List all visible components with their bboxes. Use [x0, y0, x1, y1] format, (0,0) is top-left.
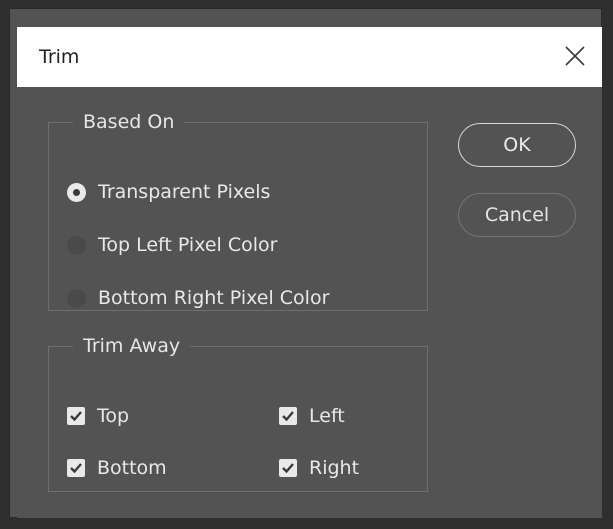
checkbox-label: Right — [309, 457, 360, 479]
radio-indicator — [67, 235, 86, 255]
checkbox-right[interactable]: Right — [279, 457, 359, 479]
checkbox-indicator — [67, 407, 85, 425]
checkbox-left[interactable]: Left — [279, 405, 345, 427]
close-icon — [565, 46, 585, 66]
checkbox-indicator — [279, 459, 297, 477]
radio-top-left-pixel-color[interactable]: Top Left Pixel Color — [67, 234, 277, 256]
checkmark-icon — [70, 463, 82, 474]
checkbox-label: Left — [309, 405, 345, 427]
cancel-button[interactable]: Cancel — [458, 193, 576, 237]
checkbox-indicator — [67, 459, 85, 477]
close-button[interactable] — [562, 43, 588, 69]
trim-away-legend: Trim Away — [83, 335, 181, 357]
checkbox-indicator — [279, 407, 297, 425]
ok-button[interactable]: OK — [458, 123, 576, 167]
checkbox-top[interactable]: Top — [67, 405, 129, 427]
radio-label: Transparent Pixels — [98, 181, 271, 203]
checkmark-icon — [282, 463, 294, 474]
radio-label: Bottom Right Pixel Color — [98, 287, 330, 309]
checkmark-icon — [70, 411, 82, 422]
radio-label: Top Left Pixel Color — [98, 234, 278, 256]
checkbox-label: Bottom — [97, 457, 167, 479]
checkbox-label: Top — [97, 405, 130, 427]
title-bar: Trim — [17, 27, 602, 87]
dialog-body: Based On Transparent Pixels Top Left Pix… — [17, 87, 602, 518]
checkmark-icon — [282, 411, 294, 422]
radio-indicator-selected — [67, 182, 86, 202]
trim-away-group: Trim Away Top Left Bottom Right — [48, 335, 428, 492]
checkbox-bottom[interactable]: Bottom — [67, 457, 167, 479]
radio-bottom-right-pixel-color[interactable]: Bottom Right Pixel Color — [67, 287, 329, 309]
based-on-legend: Based On — [83, 111, 175, 133]
dialog-title: Trim — [39, 46, 80, 68]
radio-indicator — [67, 288, 86, 308]
radio-transparent-pixels[interactable]: Transparent Pixels — [67, 181, 270, 203]
based-on-group: Based On Transparent Pixels Top Left Pix… — [48, 111, 428, 311]
